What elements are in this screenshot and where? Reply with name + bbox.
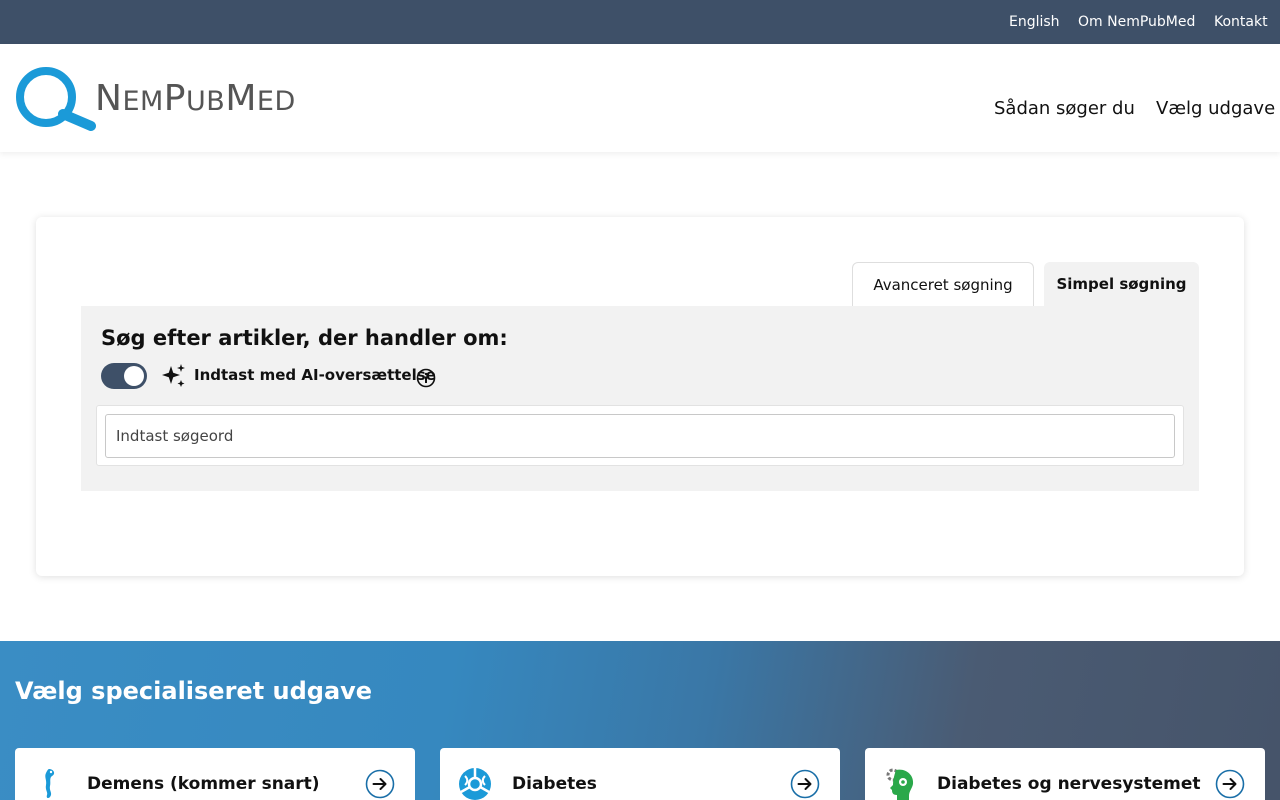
link-english[interactable]: English xyxy=(1009,0,1060,44)
toggle-knob xyxy=(124,366,144,386)
nav-saadan-soeger-du[interactable]: Sådan søger du xyxy=(994,98,1135,119)
ai-translation-toggle[interactable] xyxy=(101,363,147,389)
edition-card-demens[interactable]: Demens (kommer snart) xyxy=(15,748,415,800)
info-icon[interactable] xyxy=(416,368,436,388)
arrow-right-circle-icon[interactable] xyxy=(1215,769,1245,799)
edition-label: Demens (kommer snart) xyxy=(87,774,320,794)
diabetes-circle-icon xyxy=(459,768,491,800)
site-logo[interactable]: NEMPUBMED xyxy=(15,66,315,134)
tab-simple-search[interactable]: Simpel søgning xyxy=(1044,262,1199,306)
link-om-nempubmed[interactable]: Om NemPubMed xyxy=(1078,0,1195,44)
nav-vaelg-udgave[interactable]: Vælg udgave xyxy=(1156,98,1275,119)
search-card: Avanceret søgning Simpel søgning Søg eft… xyxy=(36,217,1244,576)
edition-card-diabetes-nervesystemet[interactable]: Diabetes og nervesystemet xyxy=(865,748,1265,800)
search-box xyxy=(96,405,1184,466)
specialized-editions-section: Vælg specialiseret udgave Demens (kommer… xyxy=(0,641,1280,800)
top-bar: English Om NemPubMed Kontakt xyxy=(0,0,1280,44)
edition-label: Diabetes og nervesystemet xyxy=(937,774,1201,794)
edition-card-diabetes[interactable]: Diabetes xyxy=(440,748,840,800)
magnifier-logo-icon xyxy=(16,67,96,131)
arrow-right-circle-icon[interactable] xyxy=(365,769,395,799)
editions-title: Vælg specialiseret udgave xyxy=(15,677,373,705)
search-title: Søg efter artikler, der handler om: xyxy=(101,326,508,350)
site-header: NEMPUBMED Sådan søger du Vælg udgave xyxy=(0,44,1280,152)
seahorse-brain-icon xyxy=(45,769,55,799)
sparkle-icon xyxy=(162,364,185,387)
tab-advanced-search[interactable]: Avanceret søgning xyxy=(852,262,1034,306)
logo-wordmark: NEMPUBMED xyxy=(95,78,296,119)
search-panel: Søg efter artikler, der handler om: Indt… xyxy=(81,306,1199,491)
arrow-right-circle-icon[interactable] xyxy=(790,769,820,799)
search-input[interactable] xyxy=(105,414,1175,458)
ai-translation-label: Indtast med AI-oversættelse xyxy=(194,366,436,384)
edition-label: Diabetes xyxy=(512,774,597,794)
head-gear-icon xyxy=(886,768,914,800)
link-kontakt[interactable]: Kontakt xyxy=(1214,0,1268,44)
